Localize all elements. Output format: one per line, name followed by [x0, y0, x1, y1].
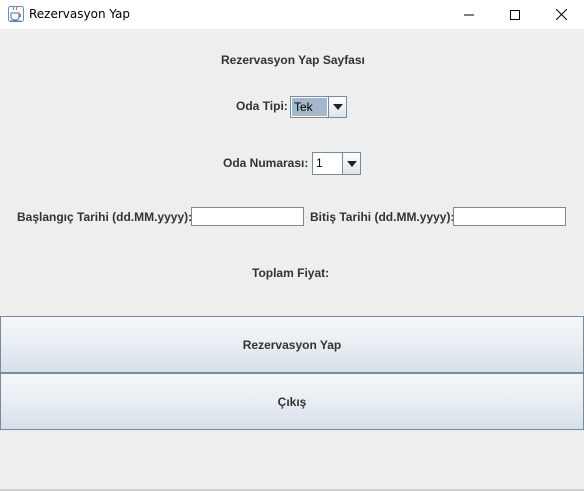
room-number-combobox[interactable]: 1 — [312, 152, 361, 175]
chevron-down-icon — [346, 160, 357, 167]
close-button[interactable] — [538, 0, 584, 29]
maximize-icon — [510, 9, 520, 20]
reserve-button[interactable]: Rezervasyon Yap — [0, 316, 584, 373]
room-type-dropdown-button[interactable] — [328, 97, 346, 117]
chevron-down-icon — [332, 104, 343, 110]
maximize-button[interactable] — [492, 0, 538, 29]
total-price-label: Toplam Fiyat: — [252, 266, 330, 280]
room-type-label: Oda Tipi: — [236, 99, 288, 113]
java-cup-icon — [8, 6, 24, 22]
room-number-dropdown-button[interactable] — [342, 153, 360, 174]
close-icon — [555, 9, 567, 20]
window-title: Rezervasyon Yap — [29, 7, 131, 21]
end-date-field[interactable] — [453, 207, 566, 226]
page-heading: Rezervasyon Yap Sayfası — [221, 53, 365, 67]
room-type-combobox[interactable]: Tek — [290, 96, 347, 118]
room-number-label: Oda Numarası: — [223, 156, 309, 170]
room-type-selected-value: Tek — [292, 98, 327, 116]
start-date-field[interactable] — [191, 207, 304, 226]
end-date-label: Bitiş Tarihi (dd.MM.yyyy): — [310, 210, 455, 224]
start-date-label: Başlangıç Tarihi (dd.MM.yyyy): — [17, 210, 193, 224]
minimize-icon — [464, 14, 474, 15]
minimize-button[interactable] — [446, 0, 492, 29]
title-bar[interactable]: Rezervasyon Yap — [0, 0, 584, 29]
exit-button[interactable]: Çıkış — [0, 373, 584, 430]
room-number-selected-value: 1 — [316, 156, 323, 170]
reservation-window: Rezervasyon Yap Rezervasyon Yap Sayfası … — [0, 0, 584, 491]
